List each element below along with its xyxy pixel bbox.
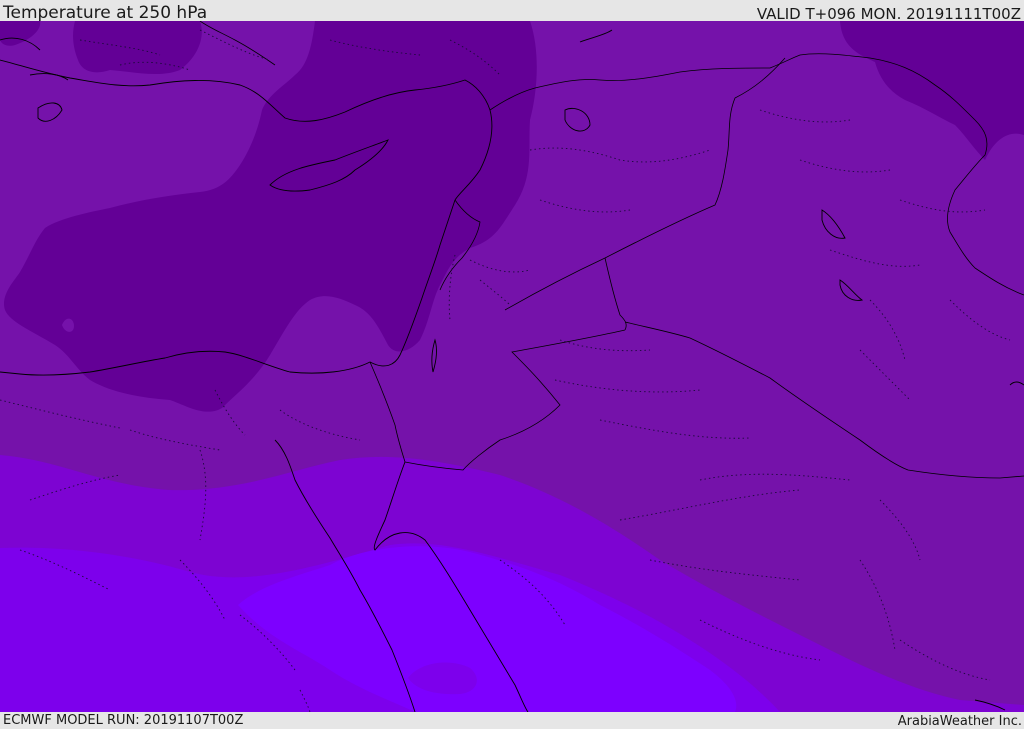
map-footer: ECMWF MODEL RUN: 20191107T00Z ArabiaWeat… <box>0 712 1024 729</box>
map-header: Temperature at 250 hPa VALID T+096 MON. … <box>0 0 1024 23</box>
map-canvas <box>0 21 1024 712</box>
credit-label: ArabiaWeather Inc. <box>897 714 1022 729</box>
model-run-label: ECMWF MODEL RUN: 20191107T00Z <box>3 713 244 728</box>
temperature-map[interactable] <box>0 21 1024 712</box>
temp-band-coldest-aegean <box>73 21 202 75</box>
map-window: Temperature at 250 hPa VALID T+096 MON. … <box>0 0 1024 729</box>
